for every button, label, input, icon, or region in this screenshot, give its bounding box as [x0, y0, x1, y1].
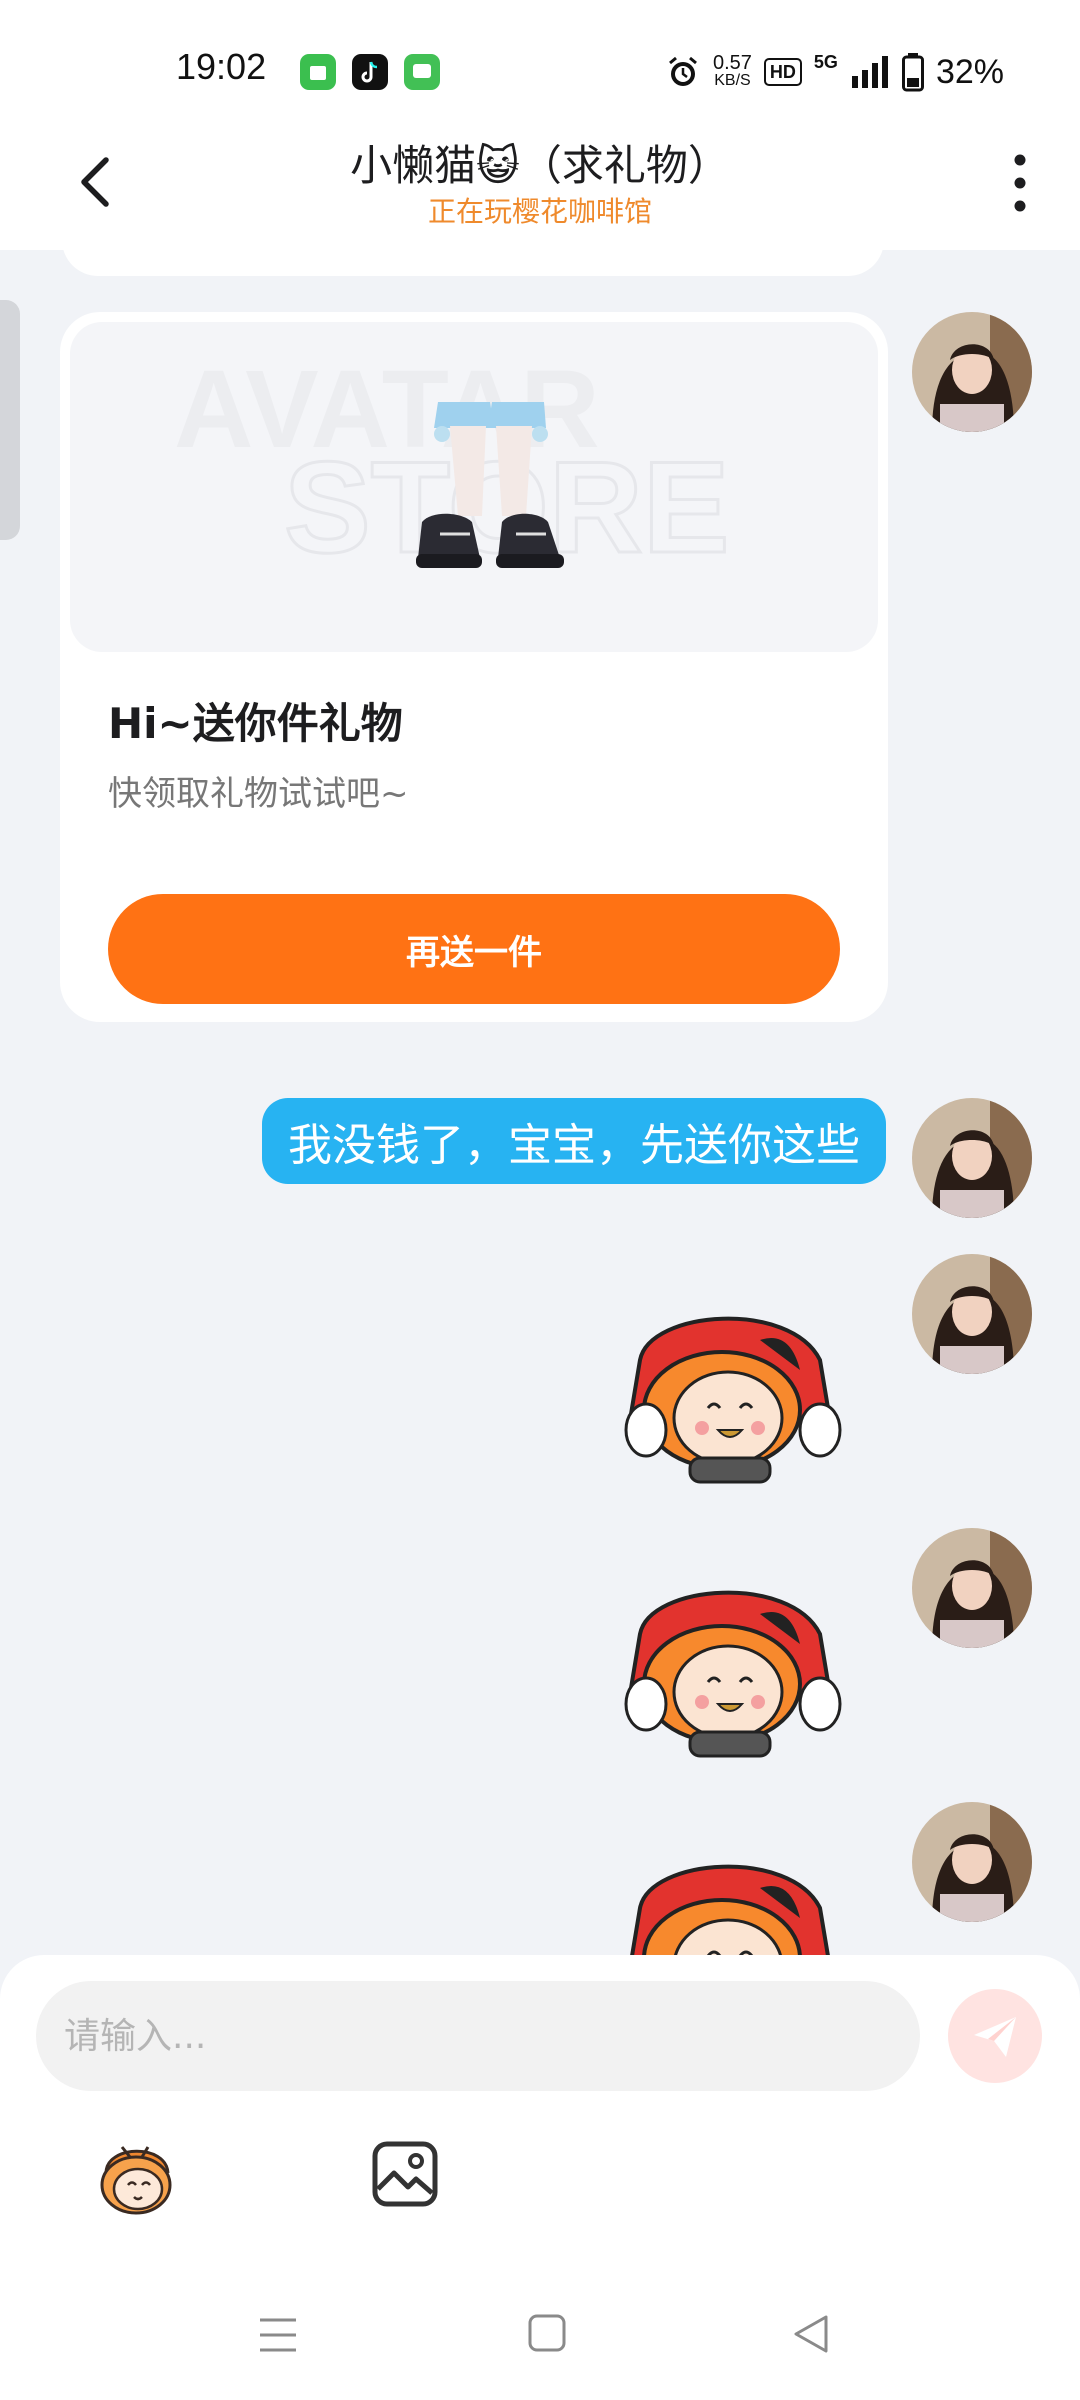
nav-back-icon [794, 2315, 828, 2353]
battery-percent: 32% [935, 52, 1004, 91]
messages-app-icon [404, 54, 440, 90]
chat-message-list[interactable]: AVATAR STORE Hi~送你件礼物 快领 [0, 250, 1080, 1955]
nav-home-button[interactable] [528, 2314, 566, 2352]
tiktok-app-icon [352, 54, 388, 90]
nav-back-button[interactable] [792, 2314, 830, 2354]
avatar[interactable] [912, 312, 1032, 432]
text-message-bubble[interactable]: 我没钱了，宝宝，先送你这些 [262, 1098, 886, 1184]
network-speed-unit: KB/S [714, 72, 751, 89]
send-icon [974, 2017, 1016, 2057]
gift-image: AVATAR STORE [70, 322, 878, 652]
status-time: 19:02 [176, 46, 267, 87]
side-drawer-handle[interactable] [0, 300, 20, 540]
alarm-icon [669, 56, 697, 86]
image-icon [372, 2141, 438, 2207]
sticker-message[interactable] [610, 1564, 850, 1764]
status-bar: 19:02 0.57 KB/S HD 5G 32% [0, 0, 1080, 120]
network-speed: 0.57 KB/S [712, 52, 752, 90]
network-type: 5G [813, 52, 838, 72]
nav-menu-button[interactable] [258, 2316, 298, 2354]
gift-card-heading: Hi~送你件礼物 [108, 699, 403, 748]
chat-header: 小懒猫😺（求礼物） 正在玩樱花咖啡馆 [0, 120, 1080, 250]
sticker-button[interactable] [92, 2133, 180, 2221]
gift-card-description: 快领取礼物试试吧~ [108, 774, 409, 814]
avatar[interactable] [912, 1098, 1032, 1218]
chat-status-subtitle: 正在玩樱花咖啡馆 [427, 195, 652, 228]
sticker-message[interactable] [610, 1290, 850, 1490]
avatar[interactable] [912, 1528, 1032, 1648]
sticker-message[interactable] [610, 1838, 850, 1955]
home-icon [528, 2314, 566, 2352]
sticker-face-icon [100, 2146, 172, 2215]
send-button[interactable] [948, 1989, 1042, 2083]
avatar[interactable] [912, 1802, 1032, 1922]
shop-app-icon [300, 54, 336, 90]
message-input[interactable] [36, 1981, 920, 2091]
chat-title: 小懒猫😺（求礼物） [350, 141, 730, 190]
image-picker-button[interactable] [370, 2139, 440, 2209]
more-vertical-icon [1014, 154, 1026, 212]
menu-icon [260, 2318, 296, 2352]
more-options-button[interactable] [1000, 150, 1040, 216]
send-another-gift-button[interactable]: 再送一件 [108, 894, 840, 1004]
signal-icon [851, 56, 888, 88]
network-speed-value: 0.57 [712, 52, 752, 74]
avatar[interactable] [912, 1254, 1032, 1374]
gift-card-message[interactable]: AVATAR STORE Hi~送你件礼物 快领 [60, 312, 888, 1022]
previous-message-card [62, 250, 884, 276]
battery-icon [901, 53, 924, 92]
hd-badge: HD [763, 58, 802, 86]
status-indicators: 0.57 KB/S HD 5G 32% [665, 50, 1004, 94]
